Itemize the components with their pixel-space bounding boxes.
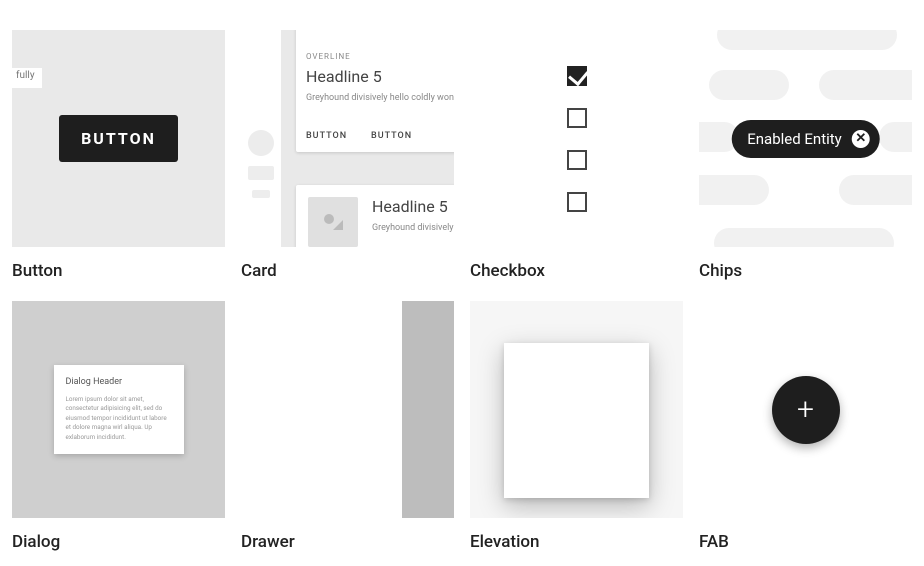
card-btn-2: BUTTON bbox=[371, 131, 412, 141]
plus-icon: + bbox=[797, 395, 814, 425]
title-checkbox: Checkbox bbox=[470, 261, 683, 281]
card-actions: BUTTON BUTTON bbox=[306, 123, 454, 142]
component-chips[interactable]: Enabled Entity ✕ Chips bbox=[699, 30, 912, 281]
thumb-checkbox bbox=[470, 30, 683, 247]
title-fab: FAB bbox=[699, 532, 912, 552]
checkbox-unchecked-2 bbox=[567, 150, 587, 170]
checkbox-unchecked-1 bbox=[567, 108, 587, 128]
thumb-fab: + bbox=[699, 301, 912, 518]
component-checkbox[interactable]: Checkbox bbox=[470, 30, 683, 281]
card-overline: OVERLINE bbox=[306, 52, 454, 61]
thumb-dialog: Dialog Header Lorem ipsum dolor sit amet… bbox=[12, 301, 225, 518]
card-btn-1: BUTTON bbox=[306, 131, 347, 141]
button-sample: BUTTON bbox=[59, 115, 178, 162]
thumb-chips: Enabled Entity ✕ bbox=[699, 30, 912, 247]
card-body-2: Greyhound divisively coldly... bbox=[372, 222, 454, 235]
title-chips: Chips bbox=[699, 261, 912, 281]
card-headline-2: Headline 5 bbox=[372, 197, 454, 216]
dialog-header: Dialog Header bbox=[66, 377, 172, 387]
title-card: Card bbox=[241, 261, 454, 281]
title-button: Button bbox=[12, 261, 225, 281]
card-sample-2: Headline 5 Greyhound divisively coldly..… bbox=[296, 185, 454, 247]
thumb-card: OVERLINE Headline 5 Greyhound divisively… bbox=[241, 30, 454, 247]
dialog-body: Lorem ipsum dolor sit amet, consectetur … bbox=[66, 395, 172, 442]
component-button[interactable]: fully BUTTON Button bbox=[12, 30, 225, 281]
title-drawer: Drawer bbox=[241, 532, 454, 552]
thumb-drawer bbox=[241, 301, 454, 518]
thumb-elevation bbox=[470, 301, 683, 518]
drawer-edge bbox=[402, 301, 454, 518]
thumb-button: fully BUTTON bbox=[12, 30, 225, 247]
cutoff-text: fully bbox=[12, 68, 42, 88]
dialog-sample: Dialog Header Lorem ipsum dolor sit amet… bbox=[54, 365, 184, 454]
component-elevation[interactable]: Elevation bbox=[470, 301, 683, 552]
component-fab[interactable]: + FAB bbox=[699, 301, 912, 552]
component-drawer[interactable]: Drawer bbox=[241, 301, 454, 552]
chip-label: Enabled Entity bbox=[747, 130, 842, 148]
elevation-square bbox=[504, 343, 649, 498]
card-body-1: Greyhound divisively hello coldly wonder… bbox=[306, 92, 454, 105]
components-grid: fully BUTTON Button OVERLINE Headline 5 … bbox=[12, 30, 912, 552]
close-icon: ✕ bbox=[852, 130, 870, 148]
checkbox-checked bbox=[567, 66, 587, 86]
component-dialog[interactable]: Dialog Header Lorem ipsum dolor sit amet… bbox=[12, 301, 225, 552]
card-headline-1: Headline 5 bbox=[306, 67, 454, 86]
fab-button: + bbox=[772, 376, 840, 444]
title-elevation: Elevation bbox=[470, 532, 683, 552]
component-card[interactable]: OVERLINE Headline 5 Greyhound divisively… bbox=[241, 30, 454, 281]
card-sample-1: OVERLINE Headline 5 Greyhound divisively… bbox=[296, 30, 454, 152]
title-dialog: Dialog bbox=[12, 532, 225, 552]
card-side-strip bbox=[241, 30, 281, 247]
card-avatar-icon bbox=[308, 197, 358, 247]
chip-enabled: Enabled Entity ✕ bbox=[731, 120, 880, 158]
checkbox-unchecked-3 bbox=[567, 192, 587, 212]
